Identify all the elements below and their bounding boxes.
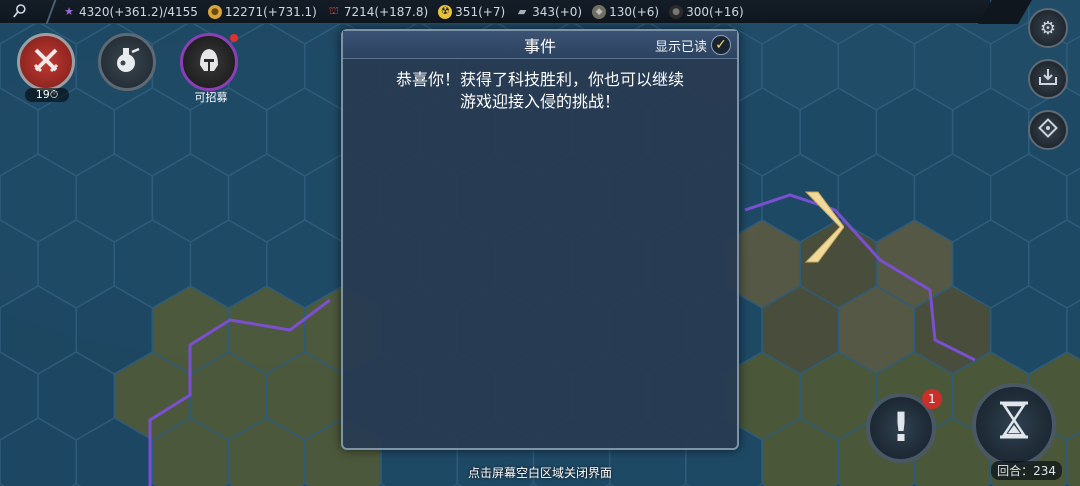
combat-button[interactable] [17, 33, 75, 91]
event-dialog: 事件 显示已读 ✓ 恭喜你！获得了科技胜利，你也可以继续 游戏迎接入侵的挑战！ [341, 29, 739, 450]
resource-stars[interactable]: ★ 4320(+361.2)/4155 [62, 5, 198, 19]
steel-icon: ▰ [517, 5, 527, 18]
close-hint: 点击屏幕空白区域关闭界面 [467, 466, 612, 480]
end-turn-button[interactable] [972, 383, 1056, 467]
ore-icon: ◆ [592, 4, 607, 19]
download-tray-icon [1038, 68, 1058, 91]
hourglass-icon [997, 400, 1031, 450]
crossed-swords-icon [31, 45, 61, 79]
save-button[interactable] [1028, 59, 1068, 99]
star-icon: ★ [64, 5, 74, 18]
resource-gold[interactable]: ● 12271(+731.1) [207, 4, 317, 19]
diamond-plus-icon [1038, 117, 1058, 143]
checkmark-icon[interactable]: ✓ [711, 35, 731, 55]
recruit-label: 可招募 [194, 91, 228, 104]
tile-info-button[interactable] [1028, 110, 1068, 150]
resource-value: 7214(+187.8) [343, 4, 429, 19]
search-icon [13, 2, 27, 21]
resource-oil[interactable]: ● 300(+16) [669, 4, 744, 19]
next-arrow-icon[interactable] [800, 190, 844, 264]
flask-icon [112, 45, 142, 79]
search-button[interactable] [0, 0, 57, 24]
dialog-title: 事件 [523, 36, 556, 56]
exclamation-icon: ! [891, 405, 911, 451]
show-read-label: 显示已读 [654, 39, 707, 55]
alert-badge: 1 [922, 389, 942, 409]
helmet-icon [194, 45, 224, 79]
dialog-message: 恭喜你！获得了科技胜利，你也可以继续 游戏迎接入侵的挑战！ [343, 59, 737, 123]
dialog-header: 事件 显示已读 ✓ [343, 31, 737, 59]
show-read-toggle[interactable]: 显示已读 ✓ [655, 35, 731, 55]
combat-counter: 19⏱ [25, 88, 69, 102]
gear-icon: ⚙ [1039, 17, 1057, 39]
resource-steel[interactable]: ▰ 343(+0) [515, 5, 582, 19]
resource-value: 351(+7) [455, 4, 506, 19]
resource-value: 4320(+361.2)/4155 [79, 4, 198, 19]
coin-icon: ● [207, 4, 222, 19]
resource-value: 130(+6) [609, 4, 660, 19]
resource-value: 12271(+731.1) [224, 4, 317, 19]
resource-food[interactable]: ⛫ 7214(+187.8) [327, 4, 429, 19]
resource-bar: ★ 4320(+361.2)/4155 ● 12271(+731.1) ⛫ 72… [0, 0, 990, 24]
oil-icon: ● [669, 4, 684, 19]
resource-uranium[interactable]: ☢ 351(+7) [438, 4, 506, 19]
timer-icon: ⏱ [49, 88, 59, 101]
resource-ore[interactable]: ◆ 130(+6) [592, 4, 660, 19]
message-line: 游戏迎接入侵的挑战！ [459, 92, 620, 111]
settings-button[interactable]: ⚙ [1028, 8, 1068, 48]
research-button[interactable] [98, 33, 156, 91]
resource-value: 300(+16) [686, 4, 744, 19]
combat-counter-value: 19 [35, 88, 50, 101]
resource-value: 343(+0) [532, 4, 583, 19]
radiation-icon: ☢ [438, 4, 453, 19]
food-icon: ⛫ [328, 4, 339, 17]
notification-dot [230, 34, 238, 42]
recruit-button[interactable] [180, 33, 238, 91]
message-line: 恭喜你！获得了科技胜利，你也可以继续 [395, 70, 684, 89]
